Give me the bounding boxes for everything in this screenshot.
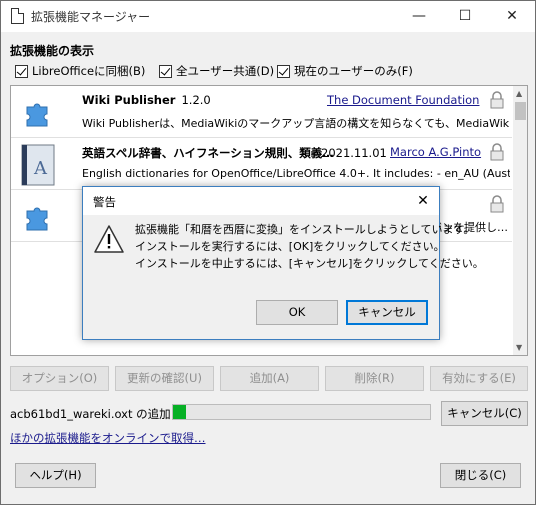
svg-text:A: A — [33, 158, 48, 179]
minimize-button[interactable]: — — [396, 1, 442, 32]
dialog-message: 拡張機能「和暦を西暦に変換」をインストールしようとしています。 インストールを実… — [135, 221, 484, 272]
warning-icon — [94, 225, 124, 253]
dialog-title: 警告 — [93, 195, 116, 209]
extension-date: 2021.11.01 — [321, 146, 387, 160]
filter-bundled-label: LibreOfficeに同梱(B) — [32, 64, 146, 78]
scroll-down-arrow-icon[interactable]: ▼ — [516, 343, 522, 352]
extension-description: English dictionaries for OpenOffice/Libr… — [82, 167, 510, 180]
puzzle-icon — [26, 207, 48, 231]
lock-icon — [490, 143, 504, 161]
dialog-close-icon[interactable]: ✕ — [413, 191, 433, 211]
cancel-install-button[interactable]: キャンセル(C) — [441, 401, 528, 426]
close-button[interactable]: 閉じる(C) — [440, 463, 521, 488]
check-updates-button[interactable]: 更新の確認(U) — [115, 366, 214, 391]
maximize-button[interactable]: ☐ — [442, 1, 488, 32]
title-bar: 拡張機能マネージャー — ☐ ✕ — [1, 1, 535, 32]
lock-icon — [490, 91, 504, 109]
scroll-thumb[interactable] — [515, 102, 526, 120]
filter-all-users-label: 全ユーザー共通(D) — [176, 64, 275, 78]
checkbox-check-icon — [159, 64, 172, 78]
dialog-cancel-button[interactable]: キャンセル — [346, 300, 428, 325]
extension-row-wiki-publisher[interactable]: Wiki Publisher 1.2.0 The Document Foundat… — [11, 86, 512, 138]
dialog-message-line: インストールを実行するには、[OK]をクリックしてください。 — [135, 240, 445, 253]
add-button[interactable]: 追加(A) — [220, 366, 319, 391]
remove-button[interactable]: 削除(R) — [325, 366, 424, 391]
progress-bar — [172, 404, 431, 420]
list-scrollbar[interactable]: ▲ ▼ — [513, 86, 527, 355]
extension-name: Wiki Publisher 1.2.0 — [82, 93, 211, 107]
enable-button[interactable]: 有効にする(E) — [430, 366, 528, 391]
checkbox-check-icon — [15, 64, 28, 78]
filter-current-user-checkbox[interactable]: 現在のユーザーのみ(F) — [277, 64, 413, 78]
dialog-message-line: インストールを中止するには、[キャンセル]をクリックしてください。 — [135, 257, 484, 270]
extension-description: Wiki Publisherは、MediaWikiのマークアップ言語の構文を知ら… — [82, 117, 510, 130]
progress-label: acb61bd1_wareki.oxt の追加 — [10, 407, 171, 421]
warning-dialog: 警告 ✕ 拡張機能「和暦を西暦に変換」をインストールしようとしています。 インス… — [82, 186, 484, 340]
window-title: 拡張機能マネージャー — [31, 10, 151, 24]
filter-bundled-checkbox[interactable]: LibreOfficeに同梱(B) — [15, 64, 145, 78]
section-title: 拡張機能の表示 — [10, 44, 95, 58]
dialog-ok-button[interactable]: OK — [256, 300, 338, 325]
dictionary-icon: A — [21, 144, 55, 186]
lock-icon — [490, 195, 504, 213]
puzzle-icon — [26, 103, 48, 127]
filter-current-user-label: 現在のユーザーのみ(F) — [294, 64, 413, 78]
dialog-message-line: 拡張機能「和暦を西暦に変換」をインストールしようとしています。 — [135, 223, 475, 236]
document-icon — [11, 8, 24, 24]
extension-row-english-dictionary[interactable]: A 英語スペル辞書、ハイフネーション規則、類義… 2021.11.01 Marc… — [11, 138, 512, 190]
dialog-title-bar: 警告 ✕ — [83, 187, 439, 215]
scroll-up-arrow-icon[interactable]: ▲ — [516, 89, 522, 98]
close-window-button[interactable]: ✕ — [489, 1, 535, 32]
checkbox-check-icon — [277, 64, 290, 78]
options-button[interactable]: オプション(O) — [10, 366, 109, 391]
help-button[interactable]: ヘルプ(H) — [15, 463, 96, 488]
extension-publisher-link[interactable]: The Document Foundation — [327, 93, 479, 107]
extension-publisher-link[interactable]: Marco A.G.Pinto — [390, 145, 481, 159]
extension-name: 英語スペル辞書、ハイフネーション規則、類義… — [82, 146, 334, 160]
get-more-extensions-link[interactable]: ほかの拡張機能をオンラインで取得… — [10, 430, 206, 446]
progress-fill — [173, 405, 186, 419]
extension-version: 1.2.0 — [181, 93, 211, 107]
filter-all-users-checkbox[interactable]: 全ユーザー共通(D) — [159, 64, 274, 78]
